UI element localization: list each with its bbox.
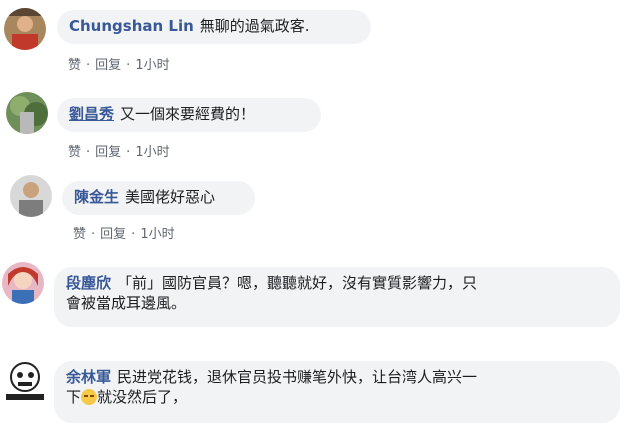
comment-actions: 赞 · 回复 · 1小时 bbox=[68, 54, 170, 73]
comment-actions: 赞 · 回复 · 1小时 bbox=[73, 223, 175, 242]
timestamp[interactable]: 1小时 bbox=[140, 227, 174, 242]
comment-bubble: 段塵欣 「前」國防官員？嗯，聽聽就好，沒有實質影響力，只 會被當成耳邊風。 bbox=[54, 267, 620, 327]
reply-link[interactable]: 回复 bbox=[95, 145, 121, 160]
comment-actions: 赞 · 回复 · 1小时 bbox=[68, 141, 170, 160]
separator: · bbox=[131, 227, 136, 242]
avatar[interactable] bbox=[2, 262, 44, 304]
comment-author[interactable]: 劉昌秀 bbox=[69, 105, 114, 123]
separator: · bbox=[126, 145, 131, 160]
separator: · bbox=[91, 227, 96, 242]
comment-bubble: 劉昌秀 又一個來要經費的！ bbox=[57, 98, 321, 132]
like-link[interactable]: 赞 bbox=[73, 227, 86, 242]
comment-bubble: Chungshan Lin 無聊的過氣政客. bbox=[57, 10, 371, 44]
avatar[interactable] bbox=[10, 175, 52, 217]
comment-text: 又一個來要經費的！ bbox=[120, 105, 256, 123]
comment-text-line-2b: 就没然后了， bbox=[97, 388, 188, 406]
timestamp[interactable]: 1小时 bbox=[135, 145, 169, 160]
comment-bubble: 陳金生 美國佬好惡心 bbox=[62, 181, 255, 215]
separator: · bbox=[86, 145, 91, 160]
reply-link[interactable]: 回复 bbox=[95, 58, 121, 73]
disappointed-face-emoji bbox=[81, 389, 98, 405]
separator: · bbox=[126, 58, 131, 73]
comment-text-line-2a: 下 bbox=[66, 388, 82, 406]
comment-bubble: 余林軍 民进党花钱，退休官员投书赚笔外快，让台湾人高兴一 下就没然后了， bbox=[54, 361, 620, 423]
like-link[interactable]: 赞 bbox=[68, 58, 81, 73]
comment-author[interactable]: 段塵欣 bbox=[66, 274, 111, 292]
avatar[interactable] bbox=[6, 92, 48, 134]
comment-author[interactable]: 余林軍 bbox=[66, 368, 111, 386]
comment-text-line-1: 「前」國防官員？嗯，聽聽就好，沒有實質影響力，只 bbox=[117, 274, 478, 292]
comment-text-line-1: 民进党花钱，退休官员投书赚笔外快，让台湾人高兴一 bbox=[117, 368, 478, 386]
reply-link[interactable]: 回复 bbox=[100, 227, 126, 242]
separator: · bbox=[86, 58, 91, 73]
like-link[interactable]: 赞 bbox=[68, 145, 81, 160]
comment-text: 無聊的過氣政客. bbox=[199, 17, 310, 35]
comment-text: 美國佬好惡心 bbox=[125, 188, 216, 206]
comment-text-line-2: 會被當成耳邊風。 bbox=[66, 294, 187, 312]
avatar[interactable] bbox=[4, 8, 46, 50]
comment-author[interactable]: Chungshan Lin bbox=[69, 17, 194, 35]
comment-text-line-2: 下就没然后了， bbox=[66, 387, 608, 407]
avatar[interactable] bbox=[4, 360, 46, 402]
comment-author[interactable]: 陳金生 bbox=[74, 188, 119, 206]
timestamp[interactable]: 1小时 bbox=[135, 58, 169, 73]
